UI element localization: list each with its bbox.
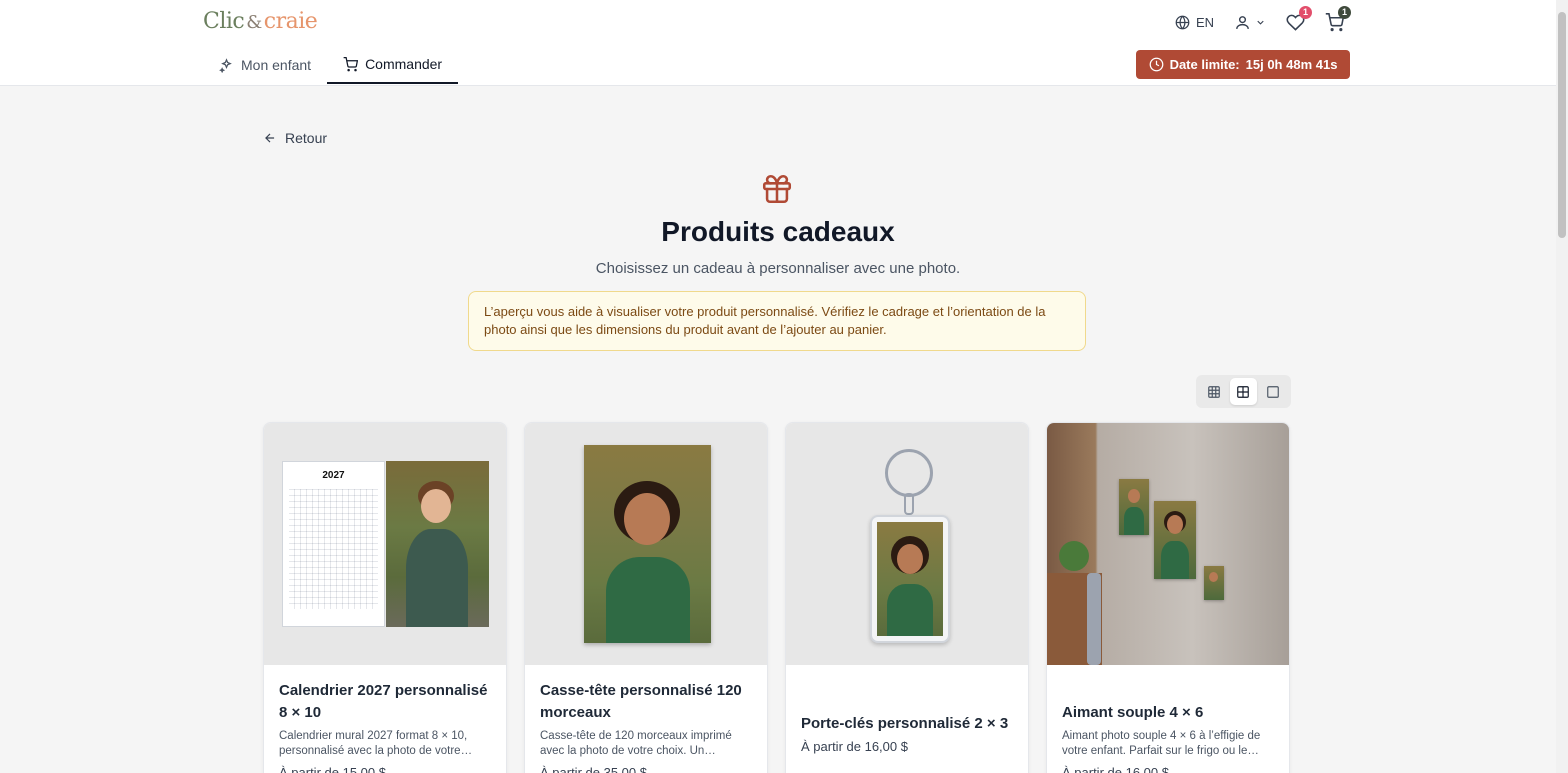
- deadline-countdown: 15j 0h 48m 41s: [1245, 57, 1338, 72]
- tab-label: Commander: [365, 56, 443, 72]
- deadline-badge: Date limite: 15j 0h 48m 41s: [1136, 50, 1350, 79]
- keyring: [885, 449, 933, 497]
- account-menu[interactable]: [1234, 14, 1266, 31]
- gift-icon: [760, 172, 794, 211]
- preview-notice: L’aperçu vous aide à visualiser votre pr…: [468, 291, 1086, 351]
- view-small-grid-button[interactable]: [1200, 378, 1227, 405]
- keychain-frame: [870, 515, 950, 643]
- tab-mon-enfant[interactable]: Mon enfant: [203, 46, 327, 84]
- cart-count-badge: 1: [1338, 5, 1351, 19]
- tab-commander[interactable]: Commander: [327, 46, 459, 84]
- product-card-keychain[interactable]: Porte-clés personnalisé 2 × 3 À partir d…: [785, 422, 1029, 773]
- magnet-photo-large: [1154, 501, 1196, 579]
- calendar-page: 2027: [282, 461, 385, 627]
- product-image-magnet: [1047, 423, 1289, 665]
- brand-part2: craie: [263, 9, 318, 34]
- square-icon: [1267, 385, 1279, 398]
- grid-view-toggle: [1196, 375, 1291, 408]
- product-title: Porte-clés personnalisé 2 × 3: [801, 715, 1009, 732]
- brand-part1: Clic: [203, 9, 245, 34]
- product-image-puzzle: [525, 423, 767, 665]
- language-switcher[interactable]: EN: [1175, 15, 1214, 30]
- product-title: Calendrier 2027 personnalisé 8 × 10: [279, 682, 488, 721]
- puzzle-photo: [584, 445, 711, 643]
- header-actions: EN 1 1: [1175, 5, 1351, 34]
- product-description: Aimant photo souple 4 × 6 à l’effigie de…: [1062, 730, 1261, 757]
- wishlist-count-badge: 1: [1299, 5, 1312, 19]
- calendar-photo: [386, 461, 489, 627]
- scrollbar-thumb[interactable]: [1558, 12, 1566, 238]
- tab-label: Mon enfant: [241, 57, 312, 73]
- product-card-calendar[interactable]: 2027 Calendrier 2027 personnalisé 8 × 10…: [263, 422, 507, 773]
- language-label: EN: [1195, 14, 1214, 30]
- product-price: À partir de 15,00 $: [279, 765, 386, 773]
- fridge-handle: [1087, 573, 1101, 665]
- deadline-label: Date limite:: [1169, 57, 1240, 72]
- wishlist-button[interactable]: 1: [1286, 5, 1312, 32]
- page-subtitle: Choisissez un cadeau à personnaliser ave…: [595, 260, 961, 277]
- product-title: Casse-tête personnalisé 120 morceaux: [540, 682, 742, 721]
- product-image-calendar: 2027: [264, 423, 506, 665]
- product-card-magnet[interactable]: Aimant souple 4 × 6 Aimant photo souple …: [1046, 422, 1290, 773]
- cart-icon: [343, 56, 359, 71]
- view-single-button[interactable]: [1260, 378, 1287, 405]
- brand-amp: &: [246, 12, 262, 33]
- chevron-down-icon: [1257, 20, 1264, 25]
- magnet-photo-small: [1119, 479, 1149, 535]
- grid-2x2-icon: [1237, 385, 1250, 398]
- view-medium-grid-button[interactable]: [1229, 378, 1257, 405]
- back-label: Retour: [285, 130, 328, 146]
- product-title: Aimant souple 4 × 6: [1062, 704, 1204, 721]
- page-scrollbar[interactable]: [1556, 0, 1568, 773]
- product-image-keychain: [786, 423, 1028, 665]
- calendar-grid: [289, 489, 378, 609]
- arrow-left-icon: [265, 133, 275, 143]
- product-description: Casse-tête de 120 morceaux imprimé avec …: [540, 730, 732, 757]
- cart-button[interactable]: 1: [1325, 5, 1351, 32]
- keyring-link: [904, 493, 914, 515]
- product-description: Calendrier mural 2027 format 8 × 10, per…: [279, 730, 473, 757]
- product-card-puzzle[interactable]: Casse-tête personnalisé 120 morceaux Cas…: [524, 422, 768, 773]
- product-price: À partir de 35,00 $: [540, 765, 647, 773]
- user-icon: [1236, 15, 1249, 29]
- page-title: Produits cadeaux: [661, 216, 895, 247]
- top-header: Clic&craie EN 1 1 Mon enfant Commander: [0, 0, 1556, 86]
- main-nav: Mon enfant Commander: [203, 46, 459, 86]
- grid-3x3-icon: [1207, 385, 1220, 398]
- globe-icon: [1175, 15, 1190, 29]
- sparkles-icon: [219, 57, 232, 73]
- plant: [1059, 541, 1089, 571]
- back-link[interactable]: Retour: [263, 130, 327, 146]
- clock-icon: [1149, 57, 1163, 72]
- calendar-year: 2027: [322, 470, 345, 481]
- brand-logo[interactable]: Clic &craie: [203, 9, 318, 34]
- product-price: À partir de 16,00 $: [801, 739, 908, 754]
- product-price: À partir de 16,00 $: [1062, 765, 1169, 773]
- magnet-photo-tiny: [1204, 566, 1224, 600]
